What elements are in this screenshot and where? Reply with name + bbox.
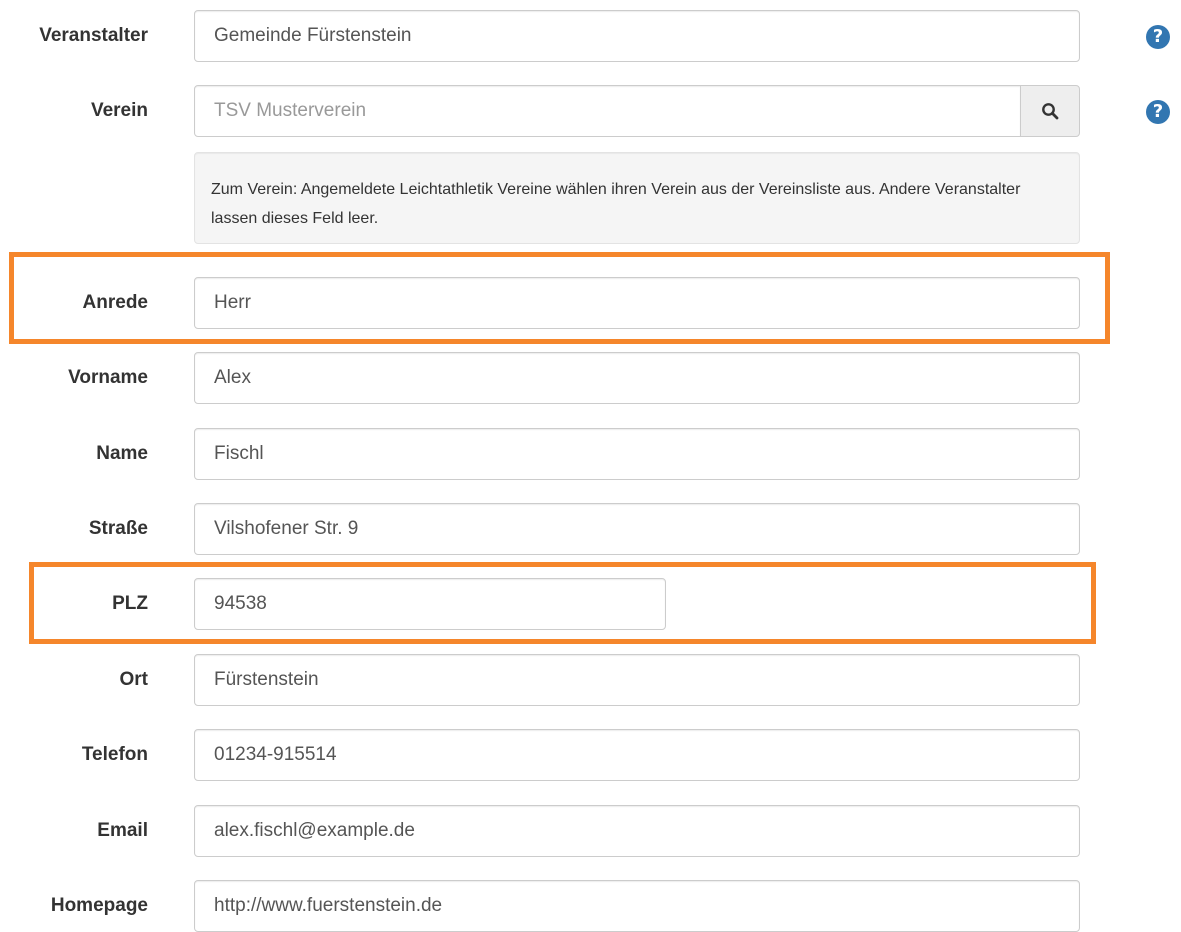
label-vorname: Vorname [68, 367, 148, 388]
anrede-input[interactable]: Herr [194, 277, 1080, 329]
label-homepage: Homepage [50, 895, 148, 916]
search-icon [1042, 103, 1059, 120]
verein-input-group: TSV Musterverein [194, 85, 1080, 137]
label-strasse: Straße [88, 518, 148, 539]
label-email: Email [97, 820, 148, 841]
plz-input[interactable]: 94538 [194, 578, 666, 630]
label-anrede: Anrede [82, 292, 148, 313]
homepage-input[interactable]: http://www.fuerstenstein.de [194, 880, 1080, 932]
email-input[interactable]: alex.fischl@example.de [194, 805, 1080, 857]
verein-input[interactable]: TSV Musterverein [194, 85, 1021, 137]
label-plz: PLZ [112, 593, 148, 614]
label-veranstalter: Veranstalter [39, 25, 148, 46]
veranstalter-input[interactable]: Gemeinde Fürstenstein [194, 10, 1080, 62]
strasse-input[interactable]: Vilshofener Str. 9 [194, 503, 1080, 555]
label-verein: Verein [90, 100, 148, 121]
help-icon-veranstalter[interactable]: ? [1146, 25, 1170, 49]
verein-search-button[interactable] [1020, 85, 1080, 137]
help-icon-verein[interactable]: ? [1146, 100, 1170, 124]
label-ort: Ort [119, 669, 149, 690]
vorname-input[interactable]: Alex [194, 352, 1080, 404]
label-name: Name [96, 443, 148, 464]
name-input[interactable]: Fischl [194, 428, 1080, 480]
telefon-input[interactable]: 01234-915514 [194, 729, 1080, 781]
verein-help-text: Zum Verein: Angemeldete Leichtathletik V… [194, 152, 1080, 244]
label-telefon: Telefon [81, 744, 148, 765]
ort-input[interactable]: Fürstenstein [194, 654, 1080, 706]
